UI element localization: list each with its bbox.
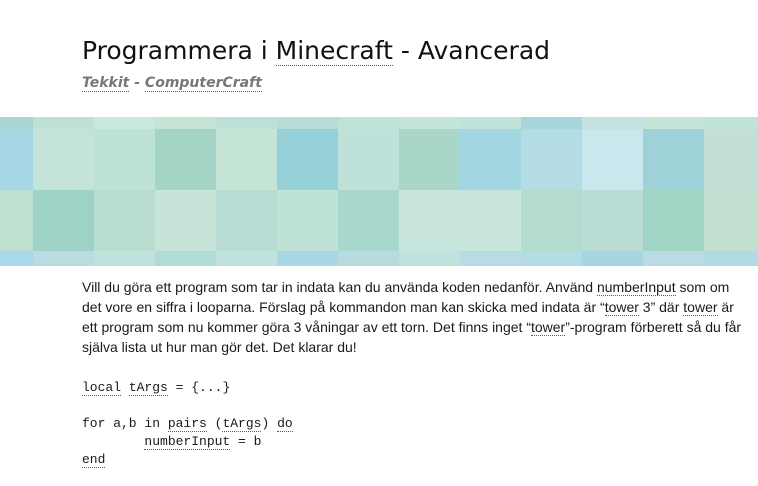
- code-var-targs: tArgs: [128, 380, 168, 396]
- code-for: for a,b in: [82, 416, 168, 431]
- banner-tile: [155, 117, 216, 129]
- banner-tile: [582, 190, 643, 251]
- banner-tile: [277, 129, 338, 190]
- banner-tile: [94, 129, 155, 190]
- para-numberinput: numberInput: [596, 279, 676, 296]
- code-do: do: [277, 416, 293, 432]
- banner-tile: [277, 251, 338, 266]
- banner-tile: [94, 190, 155, 251]
- banner-tile: [521, 251, 582, 266]
- banner-tile: [216, 190, 277, 251]
- banner-tile: [155, 129, 216, 190]
- page-header: Programmera i Minecraft - Avancerad Tekk…: [82, 34, 758, 93]
- banner-tile: [338, 129, 399, 190]
- para-tower-3: tower: [530, 319, 566, 336]
- banner-tile: [582, 117, 643, 129]
- banner-tile: [643, 190, 704, 251]
- banner-tile: [338, 251, 399, 266]
- title-text-1: Programmera i: [82, 36, 276, 65]
- code-pairs: pairs: [167, 416, 207, 432]
- para-text-1: Vill du göra ett program som tar in inda…: [82, 279, 597, 295]
- page-subtitle: Tekkit - ComputerCraft: [82, 73, 758, 93]
- banner-tile: [338, 190, 399, 251]
- banner-tile: [33, 117, 94, 129]
- banner-tile: [155, 251, 216, 266]
- banner-tile: [277, 117, 338, 129]
- banner-tile: [338, 117, 399, 129]
- banner-tile: [277, 190, 338, 251]
- banner-tile: [399, 117, 460, 129]
- title-text-2: - Avancerad: [392, 36, 551, 65]
- banner-tile: [216, 129, 277, 190]
- banner-tile: [704, 190, 758, 251]
- header-banner: [0, 117, 758, 266]
- banner-tile: [216, 117, 277, 129]
- banner-tile: [216, 251, 277, 266]
- code-line-5: end: [82, 451, 742, 469]
- banner-tile: [643, 129, 704, 190]
- code-line-1: local tArgs = {...}: [82, 379, 742, 397]
- subtitle-separator: -: [129, 75, 145, 91]
- banner-tile: [704, 129, 758, 190]
- banner-tile: [460, 251, 521, 266]
- para-text-3: 3” där: [638, 299, 684, 315]
- code-targs-arg: tArgs: [222, 416, 262, 432]
- title-text-minecraft: Minecraft: [275, 36, 393, 66]
- banner-tile: [643, 251, 704, 266]
- banner-tile: [704, 117, 758, 129]
- banner-tile: [460, 129, 521, 190]
- para-tower-1: tower: [604, 299, 639, 316]
- banner-tile: [0, 117, 33, 129]
- banner-tile: [582, 129, 643, 190]
- code-paren-open: (: [206, 416, 223, 431]
- page-title: Programmera i Minecraft - Avancerad: [82, 34, 758, 68]
- intro-paragraph: Vill du göra ett program som tar in inda…: [82, 277, 742, 357]
- code-line-3: for a,b in pairs (tArgs) do: [82, 415, 742, 433]
- para-tower-2: tower: [683, 299, 718, 316]
- banner-tile: [33, 190, 94, 251]
- banner-tile: [33, 251, 94, 266]
- banner-tile: [460, 190, 521, 251]
- banner-tile: [399, 129, 460, 190]
- code-numberinput: numberInput: [144, 434, 231, 450]
- code-end: end: [82, 452, 106, 468]
- banner-tile: [521, 129, 582, 190]
- banner-tile: [0, 129, 33, 190]
- subtitle-computercraft: ComputerCraft: [144, 75, 262, 92]
- code-line-4: numberInput = b: [82, 433, 742, 451]
- banner-tile: [521, 190, 582, 251]
- banner-tile: [94, 251, 155, 266]
- banner-tile: [460, 117, 521, 129]
- banner-tile: [704, 251, 758, 266]
- code-assign: = {...}: [167, 380, 231, 395]
- code-assign-b: = b: [230, 434, 262, 449]
- banner-tile: [399, 190, 460, 251]
- code-block: local tArgs = {...} for a,b in pairs (tAr…: [82, 379, 742, 469]
- main-content: Vill du göra ett program som tar in inda…: [82, 277, 742, 469]
- banner-tile: [94, 117, 155, 129]
- banner-tile: [33, 129, 94, 190]
- banner-tile: [399, 251, 460, 266]
- code-keyword-local: local: [82, 380, 122, 396]
- subtitle-tekkit: Tekkit: [82, 75, 130, 92]
- code-paren-close: ): [261, 416, 278, 431]
- banner-tile: [521, 117, 582, 129]
- banner-tile: [582, 251, 643, 266]
- banner-tile: [0, 190, 33, 251]
- banner-tile: [155, 190, 216, 251]
- banner-tile: [0, 251, 33, 266]
- banner-tile: [643, 117, 704, 129]
